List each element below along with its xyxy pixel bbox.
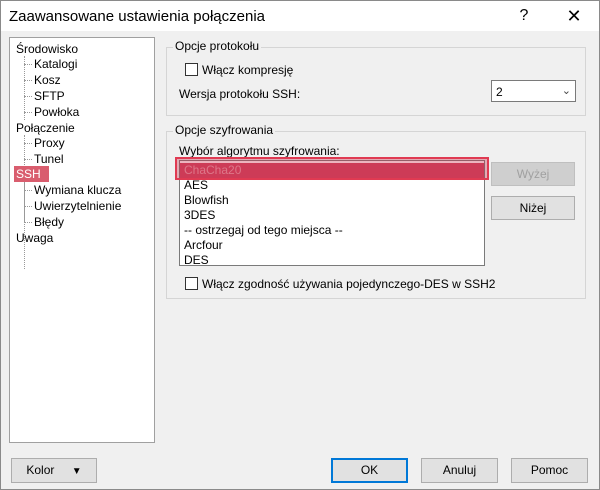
algorithm-selection-label: Wybór algorytmu szyfrowania: xyxy=(179,144,340,158)
ssh-version-select[interactable]: 2 ⌄ xyxy=(491,80,576,102)
ssh-version-label: Wersja protokołu SSH: xyxy=(179,87,301,101)
tree-item-tunnel[interactable]: Tunel xyxy=(24,151,64,167)
tree-item-key-exchange[interactable]: Wymiana klucza xyxy=(24,182,121,198)
cancel-button[interactable]: Anuluj xyxy=(421,458,498,483)
single-des-checkbox[interactable] xyxy=(185,277,198,290)
cipher-list-item[interactable]: Blowfish xyxy=(180,193,484,208)
tree-item-authentication[interactable]: Uwierzytelnienie xyxy=(24,198,121,214)
dropdown-arrow-icon: ▼ xyxy=(71,466,82,477)
single-des-label: Włącz zgodność używania pojedynczego-DES… xyxy=(202,277,496,291)
advanced-connection-settings-dialog: Zaawansowane ustawienia połączenia ? ✕ Ś… xyxy=(0,0,600,490)
settings-tree[interactable]: Środowisko Katalogi Kosz SFTP Powłoka Po… xyxy=(9,37,155,443)
chevron-down-icon: ⌄ xyxy=(561,85,571,97)
color-button[interactable]: Kolor ▼ xyxy=(11,458,97,483)
title-bar: Zaawansowane ustawienia połączenia ? ✕ xyxy=(1,1,599,31)
tree-item-sftp[interactable]: SFTP xyxy=(24,88,65,104)
move-down-button[interactable]: Niżej xyxy=(491,196,575,220)
window-title: Zaawansowane ustawienia połączenia xyxy=(9,8,265,25)
tree-item-bugs[interactable]: Błędy xyxy=(24,214,64,230)
close-icon[interactable]: ✕ xyxy=(557,4,591,28)
compression-label: Włącz kompresję xyxy=(202,63,294,77)
tree-connector-line xyxy=(24,182,25,222)
ok-button[interactable]: OK xyxy=(331,458,408,483)
help-icon[interactable]: ? xyxy=(509,4,539,28)
tree-connector-line xyxy=(24,56,25,120)
tree-item-shell[interactable]: Powłoka xyxy=(24,104,79,120)
cipher-list-item[interactable]: ChaCha20 xyxy=(180,163,484,178)
cipher-list-item[interactable]: AES xyxy=(180,178,484,193)
compression-checkbox[interactable] xyxy=(185,63,198,76)
help-button[interactable]: Pomoc xyxy=(511,458,588,483)
cipher-list-item[interactable]: Arcfour xyxy=(180,238,484,253)
cipher-list[interactable]: ChaCha20 AES Blowfish 3DES -- ostrzegaj … xyxy=(179,160,485,268)
ssh-version-value: 2 xyxy=(496,85,503,99)
tree-item-directories[interactable]: Katalogi xyxy=(24,56,77,72)
protocol-options-legend: Opcje protokołu xyxy=(173,39,262,53)
tree-item-connection[interactable]: Połączenie xyxy=(16,120,75,136)
move-up-button[interactable]: Wyżej xyxy=(491,162,575,186)
tree-item-ssh[interactable]: SSH xyxy=(14,166,49,182)
tree-item-recycle-bin[interactable]: Kosz xyxy=(24,72,61,88)
cipher-list-item[interactable]: -- ostrzegaj od tego miejsca -- xyxy=(180,223,484,238)
tree-item-environment[interactable]: Środowisko xyxy=(16,41,78,57)
tree-item-note[interactable]: Uwaga xyxy=(16,230,53,246)
color-button-label: Kolor xyxy=(26,463,55,477)
tree-item-proxy[interactable]: Proxy xyxy=(24,135,65,151)
encryption-options-legend: Opcje szyfrowania xyxy=(173,123,276,137)
cipher-list-item[interactable]: 3DES xyxy=(180,208,484,223)
cipher-list-item[interactable]: DES xyxy=(180,253,484,268)
